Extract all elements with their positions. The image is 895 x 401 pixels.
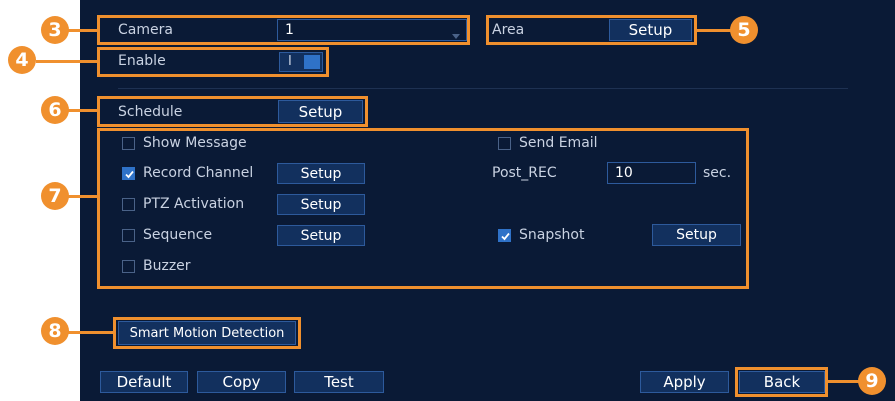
- callout-8: 8: [41, 317, 69, 345]
- callout-4: 4: [8, 46, 36, 74]
- highlight-schedule: [97, 96, 368, 127]
- callout-9: 9: [858, 367, 886, 395]
- apply-button[interactable]: Apply: [640, 371, 729, 393]
- highlight-actions: [97, 128, 749, 289]
- leader-line-9: [828, 380, 861, 383]
- default-button[interactable]: Default: [100, 371, 188, 393]
- highlight-area: [486, 15, 697, 45]
- highlight-smart-motion: [113, 317, 301, 349]
- divider: [118, 88, 848, 89]
- copy-button[interactable]: Copy: [197, 371, 286, 393]
- leader-line-4: [36, 60, 97, 63]
- callout-6: 6: [41, 96, 69, 124]
- callout-3: 3: [41, 16, 69, 44]
- callout-7: 7: [41, 182, 69, 210]
- test-button[interactable]: Test: [294, 371, 384, 393]
- highlight-enable: [97, 47, 329, 77]
- highlight-camera: [97, 15, 470, 45]
- callout-5: 5: [730, 16, 758, 44]
- highlight-back: [735, 367, 828, 397]
